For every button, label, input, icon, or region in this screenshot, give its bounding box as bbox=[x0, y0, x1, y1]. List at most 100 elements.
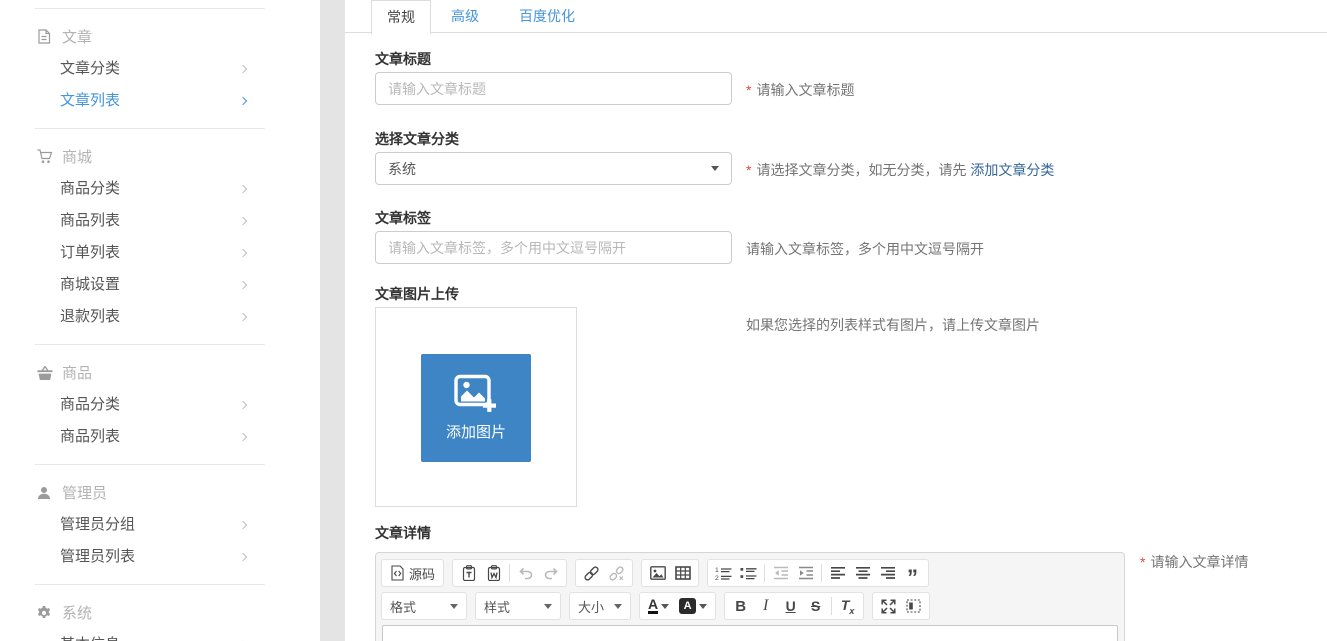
image-upload-hint: 如果您选择的列表样式有图片，请上传文章图片 bbox=[746, 315, 1040, 335]
remove-format-button[interactable]: Tx bbox=[835, 594, 860, 618]
blockquote-button[interactable]: ” bbox=[900, 561, 925, 585]
article-title-input[interactable] bbox=[375, 72, 732, 105]
paste-from-word-button[interactable] bbox=[481, 561, 506, 585]
redo-button[interactable] bbox=[538, 561, 563, 585]
image-plus-icon bbox=[453, 374, 499, 416]
editor-content-area[interactable] bbox=[382, 625, 1118, 641]
paste-as-text-button[interactable] bbox=[456, 561, 481, 585]
table-icon bbox=[675, 566, 691, 580]
add-image-button[interactable]: 添加图片 bbox=[421, 354, 531, 462]
align-right-button[interactable] bbox=[875, 561, 900, 585]
gear-icon bbox=[37, 606, 55, 620]
sidebar-section-label: 管理员 bbox=[62, 482, 107, 503]
sidebar-section-label: 文章 bbox=[62, 26, 92, 47]
style-dropdown[interactable]: 样式 bbox=[475, 592, 561, 620]
rich-text-editor: 源码 bbox=[375, 552, 1125, 641]
sidebar-item-goods-list[interactable]: 商品列表 bbox=[0, 205, 320, 237]
cart-icon bbox=[37, 149, 55, 164]
underline-button[interactable]: U bbox=[778, 594, 803, 618]
sidebar-divider bbox=[35, 584, 265, 585]
sidebar-section-product[interactable]: 商品 bbox=[37, 356, 320, 389]
insert-table-button[interactable] bbox=[670, 561, 695, 585]
align-center-icon bbox=[855, 566, 871, 580]
user-icon bbox=[37, 486, 55, 500]
outdent-icon bbox=[773, 566, 789, 580]
category-select[interactable]: 系统 bbox=[375, 152, 732, 185]
category-label: 选择文章分类 bbox=[375, 132, 1327, 152]
indent-button[interactable] bbox=[793, 561, 818, 585]
image-icon bbox=[650, 566, 666, 580]
redo-icon bbox=[543, 565, 559, 581]
text-color-button[interactable]: A bbox=[643, 594, 674, 618]
bulleted-list-button[interactable] bbox=[736, 561, 761, 585]
undo-icon bbox=[518, 565, 534, 581]
caret-down-icon bbox=[614, 604, 622, 609]
sidebar-item-goods-category[interactable]: 商品分类 bbox=[0, 173, 320, 205]
tab-baidu-seo[interactable]: 百度优化 bbox=[499, 0, 595, 32]
sidebar-item-article-category[interactable]: 文章分类 bbox=[0, 53, 320, 85]
underline-icon: U bbox=[786, 598, 796, 614]
source-code-button[interactable]: 源码 bbox=[385, 561, 440, 585]
sidebar: 文章 文章分类 文章列表 商城 商品分类 商品列表 订单列表 商城设置 退款列表 bbox=[0, 0, 320, 641]
article-tags-input[interactable] bbox=[375, 231, 732, 264]
sidebar-section-mall[interactable]: 商城 bbox=[37, 140, 320, 173]
sidebar-item-mall-settings[interactable]: 商城设置 bbox=[0, 269, 320, 301]
link-button[interactable] bbox=[579, 561, 604, 585]
italic-icon: I bbox=[763, 597, 768, 615]
sidebar-item-product-category[interactable]: 商品分类 bbox=[0, 389, 320, 421]
add-category-link[interactable]: 添加文章分类 bbox=[970, 162, 1054, 178]
outdent-button[interactable] bbox=[768, 561, 793, 585]
tab-advanced[interactable]: 高级 bbox=[431, 0, 499, 32]
italic-button[interactable]: I bbox=[753, 594, 778, 618]
align-left-button[interactable] bbox=[825, 561, 850, 585]
background-color-button[interactable]: A bbox=[674, 594, 712, 618]
bulleted-list-icon bbox=[740, 566, 757, 580]
maximize-button[interactable] bbox=[876, 594, 901, 618]
insert-image-button[interactable] bbox=[645, 561, 670, 585]
bold-button[interactable]: B bbox=[728, 594, 753, 618]
remove-format-icon: Tx bbox=[841, 597, 855, 616]
background-color-icon: A bbox=[679, 598, 696, 614]
text-color-icon: A bbox=[648, 598, 658, 614]
document-icon bbox=[37, 29, 55, 44]
sidebar-item-order-list[interactable]: 订单列表 bbox=[0, 237, 320, 269]
unlink-icon bbox=[608, 565, 625, 582]
sidebar-section-article[interactable]: 文章 bbox=[37, 20, 320, 53]
caret-down-icon bbox=[699, 604, 707, 609]
category-row: 选择文章分类 系统 *请选择文章分类，如无分类，请先 添加文章分类 bbox=[375, 132, 1327, 185]
svg-text:2: 2 bbox=[715, 575, 719, 580]
image-upload-row: 文章图片上传 添加图片 如果您选择的列表样式有图片，请上传文章图片 bbox=[375, 287, 1327, 507]
basket-icon bbox=[37, 365, 55, 380]
image-upload-dropzone[interactable]: 添加图片 bbox=[375, 307, 577, 507]
caret-down-icon bbox=[544, 604, 552, 609]
sidebar-section-system[interactable]: 系统 bbox=[37, 596, 320, 629]
sidebar-section-admin[interactable]: 管理员 bbox=[37, 476, 320, 509]
sidebar-item-basic-info[interactable]: 基本信息 bbox=[0, 629, 320, 641]
sidebar-item-product-list[interactable]: 商品列表 bbox=[0, 421, 320, 453]
sidebar-section-label: 系统 bbox=[62, 602, 92, 623]
category-hint: *请选择文章分类，如无分类，请先 添加文章分类 bbox=[746, 160, 1054, 180]
show-blocks-icon bbox=[906, 599, 921, 613]
sidebar-item-admin-group[interactable]: 管理员分组 bbox=[0, 509, 320, 541]
tab-general[interactable]: 常规 bbox=[371, 0, 431, 34]
align-center-button[interactable] bbox=[850, 561, 875, 585]
paste-text-icon bbox=[462, 565, 476, 581]
sidebar-item-admin-list[interactable]: 管理员列表 bbox=[0, 541, 320, 573]
sidebar-item-refund-list[interactable]: 退款列表 bbox=[0, 301, 320, 333]
show-blocks-button[interactable] bbox=[901, 594, 926, 618]
quote-icon: ” bbox=[907, 563, 918, 583]
format-dropdown[interactable]: 格式 bbox=[381, 592, 467, 620]
ordered-list-button[interactable]: 12 bbox=[711, 561, 736, 585]
title-hint: *请输入文章标题 bbox=[746, 80, 854, 100]
caret-down-icon bbox=[661, 604, 669, 609]
unlink-button[interactable] bbox=[604, 561, 629, 585]
sidebar-item-article-list[interactable]: 文章列表 bbox=[0, 85, 320, 117]
link-icon bbox=[583, 565, 600, 582]
paste-word-icon bbox=[487, 565, 501, 581]
source-doc-icon bbox=[390, 565, 405, 581]
undo-button[interactable] bbox=[513, 561, 538, 585]
size-dropdown[interactable]: 大小 bbox=[569, 592, 631, 620]
align-right-icon bbox=[880, 566, 896, 580]
strikethrough-button[interactable]: S bbox=[803, 594, 828, 618]
bold-icon: B bbox=[735, 598, 746, 615]
